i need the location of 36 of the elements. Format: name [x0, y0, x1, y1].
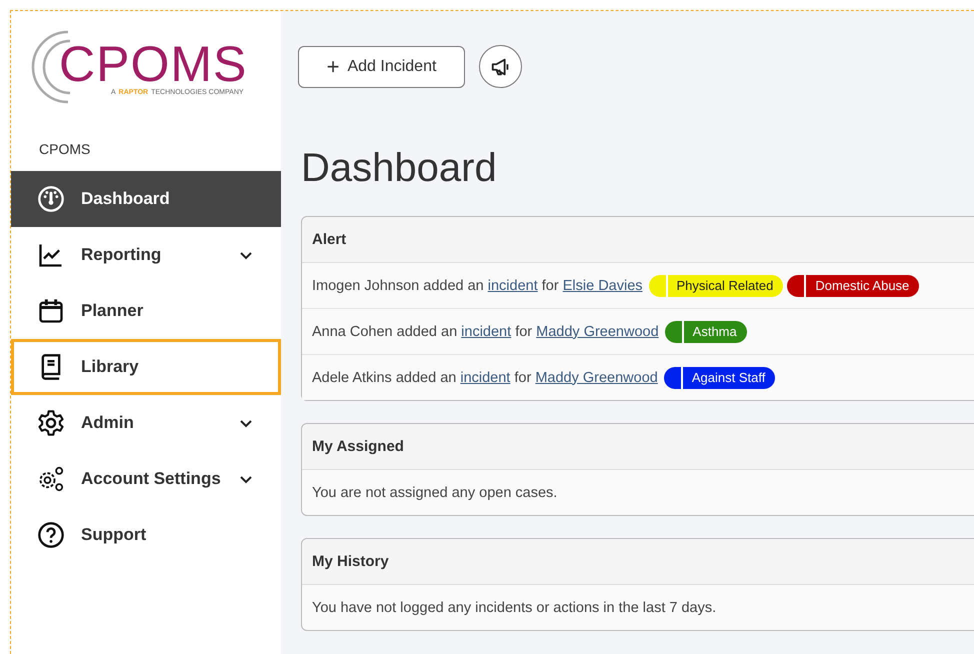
card-title: My Assigned — [302, 424, 974, 470]
sidebar-item[interactable]: Dashboard — [11, 171, 281, 227]
student-link[interactable]: Elsie Davies — [562, 278, 643, 294]
sidebar-item[interactable]: Planner — [11, 283, 281, 339]
card-message: You are not assigned any open cases. — [311, 484, 558, 502]
category-tag: Physical Related — [648, 274, 784, 296]
student-link[interactable]: Maddy Greenwood — [535, 370, 658, 386]
incident-link[interactable]: incident — [488, 278, 538, 294]
calendar-icon — [37, 297, 65, 325]
gauge-icon — [37, 185, 65, 213]
card-title: My History — [302, 539, 974, 585]
sidebar-item[interactable]: Reporting — [11, 227, 281, 283]
settings-icon — [37, 409, 65, 437]
page-title: Dashboard — [301, 148, 498, 188]
sidebar-heading: CPOMS — [38, 140, 92, 159]
category-tag: Against Staff — [664, 366, 776, 388]
sidebar-item[interactable]: Library — [11, 339, 281, 395]
alert-text: Imogen Johnson added an incident for Elsie Davies — [312, 278, 643, 294]
category-tag: Domestic Abuse — [787, 274, 920, 296]
megaphone-icon — [490, 56, 512, 78]
incident-link[interactable]: incident — [461, 324, 512, 340]
sidebar-item[interactable]: Account Settings — [11, 451, 281, 507]
card-message: You have not logged any incidents or actions in the last 7 days. — [311, 598, 718, 618]
incident-link[interactable]: incident — [460, 370, 510, 386]
sidebar-item[interactable]: Admin — [11, 395, 281, 451]
gears-icon — [37, 465, 65, 493]
logo-wordmark: CPOMS — [59, 38, 248, 88]
alert-text: Adele Atkins added an incident for Maddy Greenwood — [312, 370, 658, 386]
card-title: Alert — [302, 217, 974, 263]
help-icon — [37, 521, 65, 549]
announcements-button[interactable] — [479, 45, 522, 88]
category-tag: Asthma — [664, 320, 747, 342]
add-incident-button[interactable]: + Add Incident — [298, 46, 465, 88]
student-link[interactable]: Maddy Greenwood — [536, 324, 659, 340]
alert-text: Anna Cohen added an incident for Maddy Greenwood — [312, 324, 659, 340]
sidebar-item[interactable]: Support — [11, 507, 281, 563]
